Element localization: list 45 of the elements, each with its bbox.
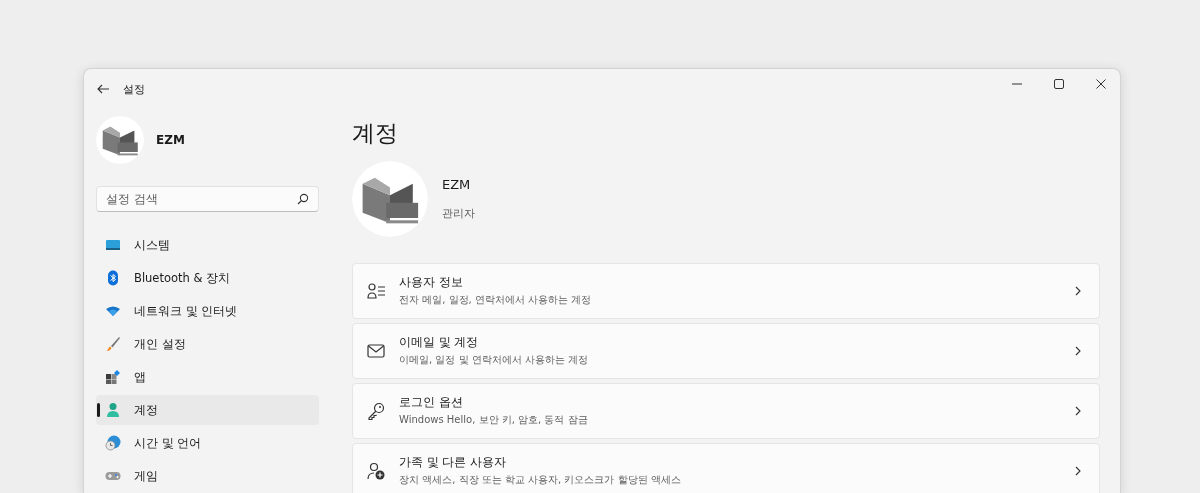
close-icon[interactable] — [1096, 79, 1106, 89]
maximize-icon[interactable] — [1054, 79, 1064, 89]
search-icon[interactable] — [297, 193, 309, 205]
sidebar-item[interactable]: 시스템 — [96, 230, 319, 260]
card-title: 사용자 정보 — [399, 275, 464, 290]
selection-indicator — [97, 403, 100, 417]
back-icon[interactable] — [97, 84, 109, 94]
profile-role: 관리자 — [442, 206, 475, 221]
person-icon — [105, 402, 121, 418]
card-subtitle: 장치 액세스, 직장 또는 학교 사용자, 키오스크가 할당된 액세스 — [399, 473, 682, 487]
settings-card[interactable]: 사용자 정보 전자 메일, 일정, 연락처에서 사용하는 계정 — [352, 263, 1100, 319]
sidebar-item[interactable]: Bluetooth & 장치 — [96, 263, 319, 293]
chevron-right-icon — [1075, 406, 1081, 416]
bluetooth-icon — [105, 270, 121, 286]
monitor-icon — [105, 237, 121, 253]
user-name: EZM — [156, 133, 185, 147]
chevron-right-icon — [1075, 466, 1081, 476]
sidebar-item[interactable]: 개인 설정 — [96, 329, 319, 359]
mail-icon — [367, 342, 385, 360]
sidebar-item[interactable]: 계정 — [96, 395, 319, 425]
profile-name: EZM — [442, 177, 472, 192]
settings-card[interactable]: 가족 및 다른 사용자 장치 액세스, 직장 또는 학교 사용자, 키오스크가 할당된 액세스 — [352, 443, 1100, 493]
chevron-right-icon — [1075, 346, 1081, 356]
card-title: 로그인 옵션 — [399, 395, 464, 410]
sidebar-item[interactable]: 네트워크 및 인터넷 — [96, 296, 319, 326]
person-add-icon — [367, 462, 385, 480]
card-title: 이메일 및 계정 — [399, 335, 480, 350]
page-title: 계정 — [352, 119, 399, 148]
chevron-right-icon — [1075, 286, 1081, 296]
key-icon — [367, 402, 385, 420]
settings-card[interactable]: 로그인 옵션 Windows Hello, 보안 키, 암호, 동적 잠금 — [352, 383, 1100, 439]
sidebar-item[interactable]: 앱 — [96, 362, 319, 392]
search-field[interactable]: 설정 검색 — [96, 186, 319, 212]
card-subtitle: 이메일, 일정 및 연락처에서 사용하는 계정 — [399, 353, 590, 367]
globe-clock-icon — [105, 435, 121, 451]
sidebar-item[interactable]: 시간 및 언어 — [96, 428, 319, 458]
card-subtitle: Windows Hello, 보안 키, 암호, 동적 잠금 — [399, 413, 589, 427]
card-title: 가족 및 다른 사용자 — [399, 455, 507, 470]
window-title: 설정 — [123, 81, 145, 97]
sidebar-item[interactable]: 게임 — [96, 461, 319, 491]
brush-icon — [105, 336, 121, 352]
apps-icon — [105, 369, 121, 385]
settings-card[interactable]: 이메일 및 계정 이메일, 일정 및 연락처에서 사용하는 계정 — [352, 323, 1100, 379]
card-subtitle: 전자 메일, 일정, 연락처에서 사용하는 계정 — [399, 293, 593, 307]
person-list-icon — [367, 282, 385, 300]
